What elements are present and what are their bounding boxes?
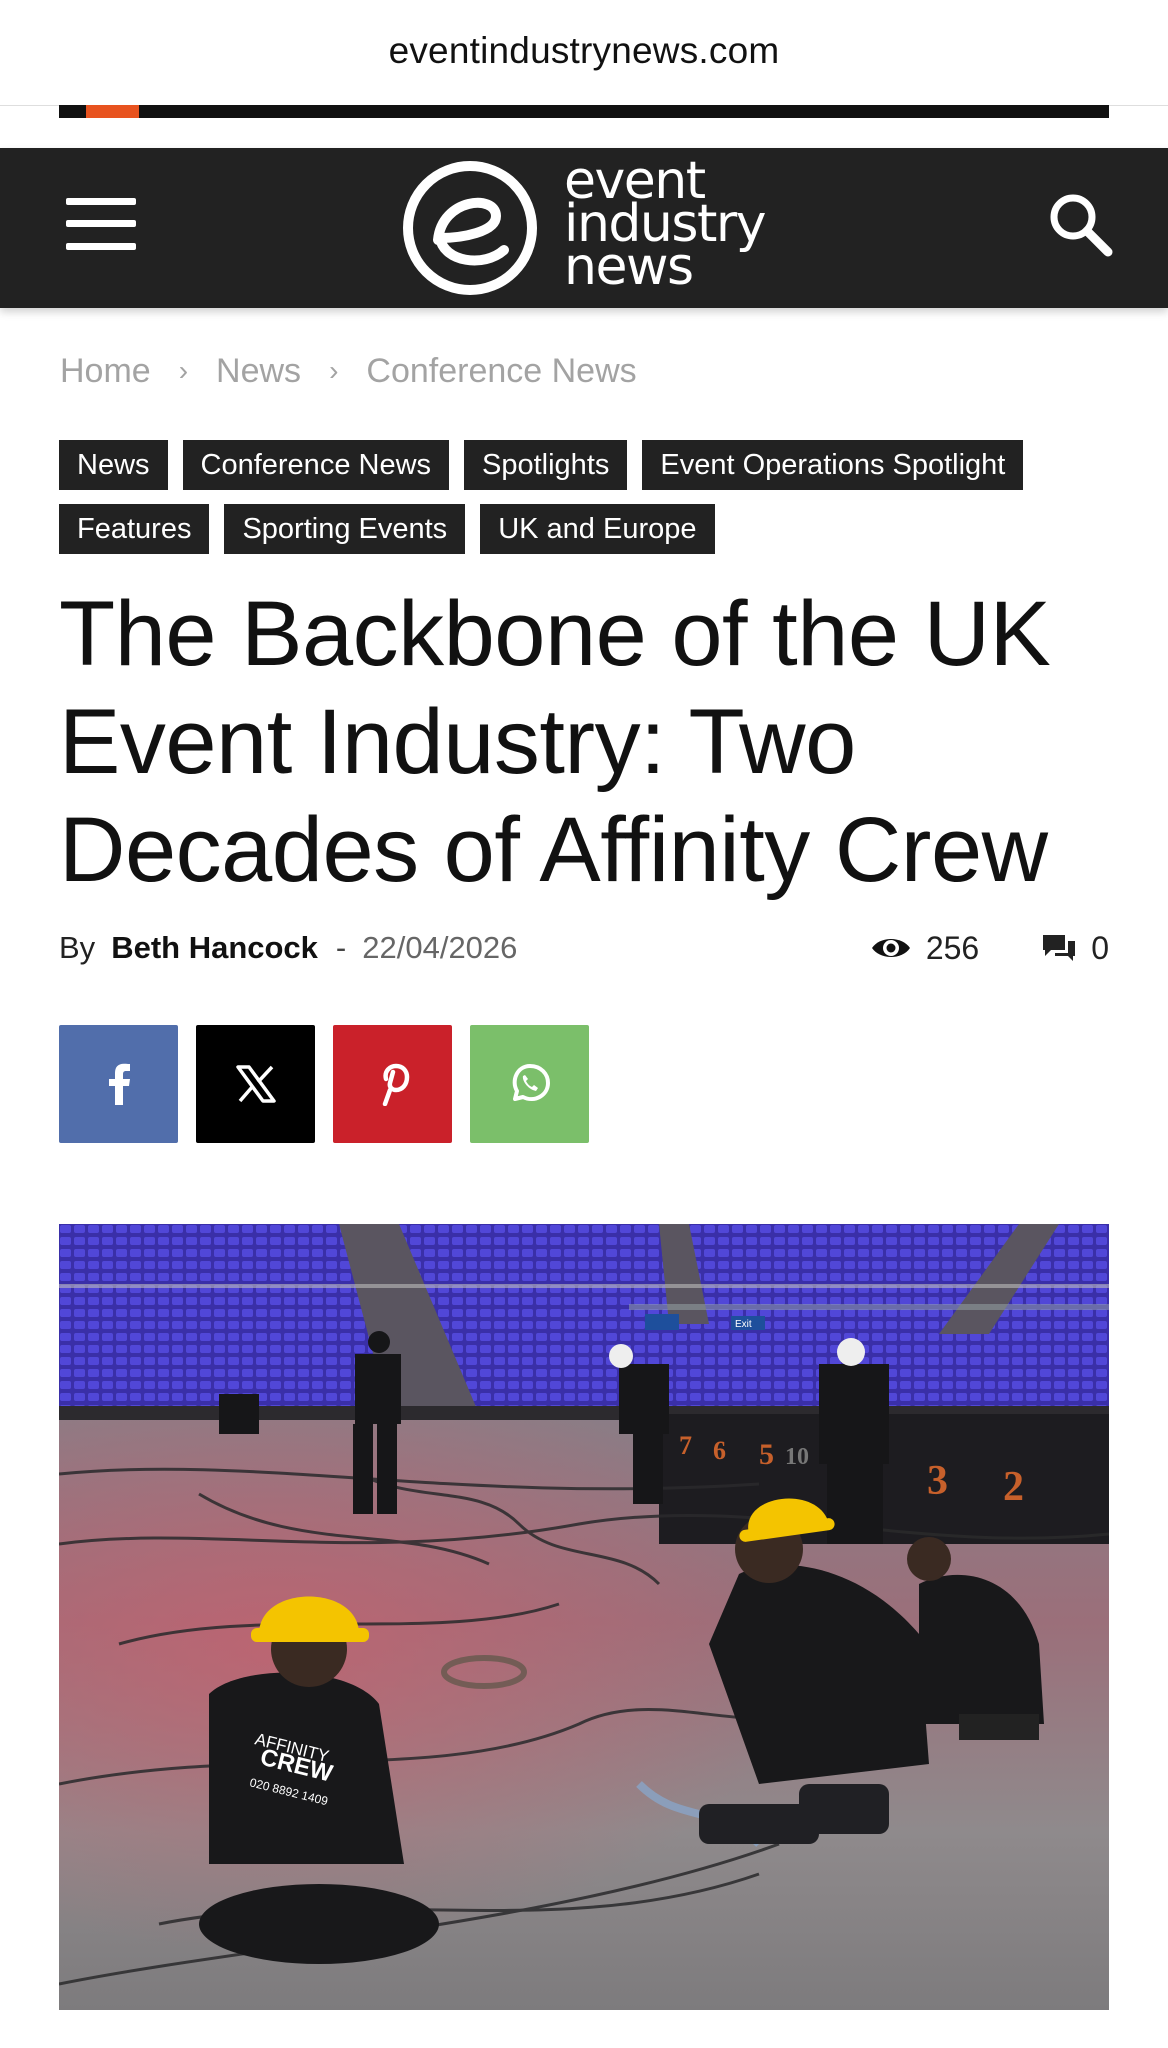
seat-number: 2	[1003, 1464, 1024, 1510]
pinterest-icon	[382, 1063, 409, 1106]
meta-separator: -	[335, 930, 347, 965]
author-link[interactable]: Beth Hancock	[111, 930, 318, 966]
reading-progress-bar	[59, 105, 1109, 118]
comments-icon	[1043, 935, 1076, 961]
pinterest-share-button[interactable]	[333, 1025, 452, 1143]
tag-event-operations-spotlight[interactable]: Event Operations Spotlight	[642, 440, 1024, 490]
breadcrumb-conference-news[interactable]: Conference News	[366, 352, 636, 391]
whatsapp-share-button[interactable]	[470, 1025, 589, 1143]
comment-count[interactable]: 0	[1041, 930, 1109, 967]
tag-conference-news[interactable]: Conference News	[182, 440, 450, 490]
comment-count-value: 0	[1091, 929, 1109, 966]
seat-number: 10	[785, 1444, 809, 1470]
view-count-value: 256	[925, 929, 980, 966]
tag-uk-and-europe[interactable]: UK and Europe	[480, 504, 715, 554]
seat-number: 5	[759, 1438, 774, 1471]
search-icon[interactable]	[1046, 190, 1116, 260]
tag-news[interactable]: News	[59, 440, 168, 490]
site-header: event industry news	[0, 148, 1168, 308]
tag-features[interactable]: Features	[59, 504, 210, 554]
breadcrumb-separator-icon: ›	[329, 355, 339, 386]
breadcrumb-news[interactable]: News	[216, 352, 301, 391]
article-stats: 256 0	[870, 926, 1109, 970]
breadcrumb-separator-icon: ›	[178, 355, 189, 386]
whatsapp-icon	[512, 1064, 550, 1102]
site-logo[interactable]: event industry news	[400, 155, 780, 298]
article-title: The Backbone of the UK Event Industry: T…	[59, 583, 1051, 901]
arena-photo: Exit 7 6 5 10 3 2 AFFINITY CREW 020 8892…	[59, 1224, 1109, 2010]
logo-e-mark-icon	[403, 161, 537, 295]
category-tags: News Conference News Spotlights Event Op…	[59, 440, 1119, 554]
breadcrumb: Home › News › Conference News	[60, 350, 637, 392]
byline-label: By	[59, 930, 96, 965]
share-buttons	[59, 1025, 589, 1143]
view-count: 256	[870, 930, 979, 967]
tag-sporting-events[interactable]: Sporting Events	[224, 504, 466, 554]
facebook-icon	[108, 1063, 130, 1105]
article-meta: By Beth Hancock - 22/04/2026 256 0	[59, 926, 1109, 970]
hero-image: Exit 7 6 5 10 3 2 AFFINITY CREW 020 8892…	[59, 1224, 1109, 2010]
breadcrumb-home[interactable]: Home	[60, 352, 151, 391]
url-text: eventindustrynews.com	[388, 29, 780, 71]
x-icon	[235, 1065, 276, 1103]
hamburger-icon[interactable]	[66, 198, 136, 250]
facebook-share-button[interactable]	[59, 1025, 178, 1143]
seat-number: 3	[927, 1458, 948, 1504]
browser-url-bar[interactable]: eventindustrynews.com	[0, 0, 1168, 106]
tag-spotlights[interactable]: Spotlights	[464, 440, 628, 490]
publish-date: 22/04/2026	[362, 930, 518, 965]
reading-progress-fill	[86, 105, 139, 118]
logo-wordmark: event industry news	[564, 155, 767, 293]
x-share-button[interactable]	[196, 1025, 315, 1143]
seat-number: 6	[713, 1436, 726, 1465]
eye-icon	[871, 939, 910, 957]
exit-sign: Exit	[735, 1319, 752, 1330]
seat-number: 7	[679, 1431, 692, 1460]
